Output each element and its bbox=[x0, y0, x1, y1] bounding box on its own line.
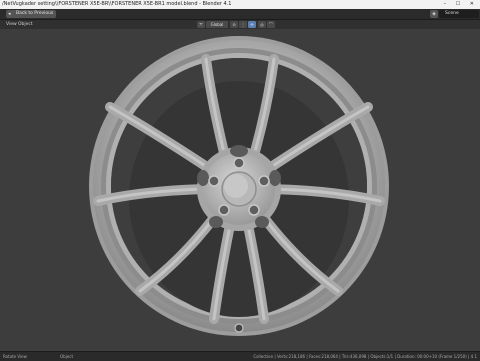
back-icon: ◂ bbox=[8, 11, 11, 17]
window-controls[interactable]: – ☐ ✕ bbox=[444, 0, 478, 9]
3d-viewport[interactable] bbox=[0, 29, 480, 351]
wheel-render bbox=[89, 36, 389, 336]
window-title: /NetVugkader setting\\FORSTENER X5E-BR\\… bbox=[2, 1, 232, 7]
falloff-icon[interactable]: ⌒ bbox=[267, 21, 275, 28]
transform-orientation-dropdown[interactable]: Global bbox=[206, 21, 228, 28]
snap-toggle-icon[interactable]: ✣ bbox=[248, 21, 256, 28]
viewport-header: View Object ⤧ Global ⊙ ⋮ ✣ ◎ ⌒ bbox=[0, 20, 480, 29]
back-to-previous-label: Back to Previous bbox=[16, 11, 54, 16]
pivot-icon[interactable]: ⊙ bbox=[230, 21, 238, 28]
orientation-label: Global bbox=[210, 22, 224, 27]
scene-field[interactable]: Scene bbox=[439, 10, 479, 18]
top-bar: ◂ Back to Previous ◈ Scene bbox=[0, 9, 480, 20]
proportional-edit-icon[interactable]: ◎ bbox=[258, 21, 266, 28]
orientation-icon[interactable]: ⤧ bbox=[197, 21, 205, 28]
menu-view[interactable]: View bbox=[6, 20, 17, 29]
valve-hole bbox=[234, 323, 244, 333]
back-to-previous-button[interactable]: ◂ Back to Previous bbox=[6, 10, 57, 18]
snap-icon[interactable]: ⋮ bbox=[239, 21, 247, 28]
scene-icon[interactable]: ◈ bbox=[430, 10, 438, 18]
title-bar: /NetVugkader setting\\FORSTENER X5E-BR\\… bbox=[0, 0, 480, 9]
menu-object[interactable]: Object bbox=[18, 20, 33, 29]
